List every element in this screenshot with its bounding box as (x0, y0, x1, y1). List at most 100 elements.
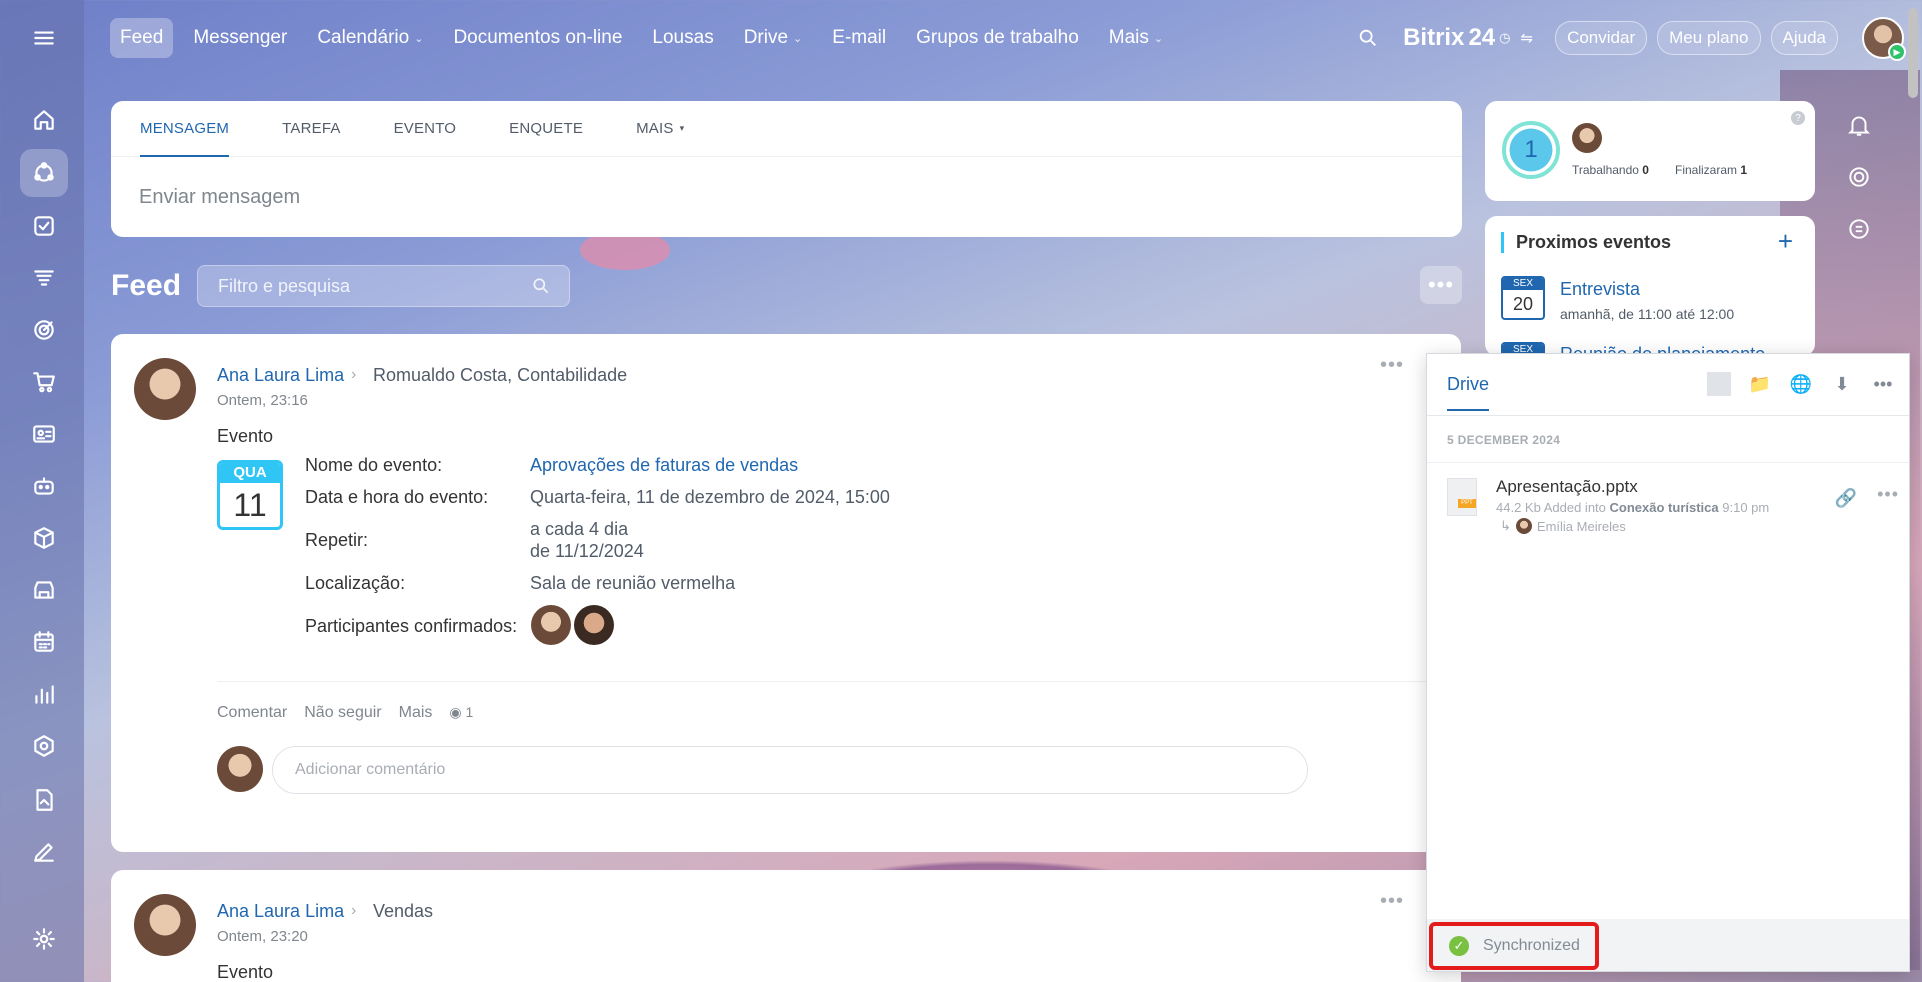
post-destination[interactable]: Romualdo Costa, Contabilidade (373, 365, 627, 386)
event-link[interactable]: Entrevista (1560, 279, 1640, 300)
nav-label: Messenger (193, 27, 288, 48)
nav-calendar[interactable]: Calendário ⌄ (307, 18, 433, 58)
settings-icon[interactable] (20, 915, 68, 963)
brand-logo[interactable]: Bitrix 24 ◷ ⇋ (1403, 24, 1533, 52)
play-status-icon: ▶ (1888, 43, 1906, 61)
menu-icon[interactable] (20, 14, 68, 62)
post-destination[interactable]: Vendas (373, 901, 433, 922)
author-avatar[interactable] (134, 894, 196, 956)
store-icon[interactable] (20, 566, 68, 614)
file-ext-tag: PPT (1458, 499, 1476, 508)
participant-avatar[interactable] (574, 605, 614, 645)
nav-messenger[interactable]: Messenger (183, 18, 297, 58)
help-button[interactable]: Ajuda (1770, 21, 1838, 55)
hexagon-icon[interactable] (20, 722, 68, 770)
my-plan-button[interactable]: Meu plano (1657, 21, 1761, 55)
crm-filter-icon[interactable] (20, 254, 68, 302)
help-icon[interactable]: ? (1791, 111, 1805, 125)
add-event-button[interactable]: + (1778, 226, 1793, 257)
analytics-icon[interactable] (20, 670, 68, 718)
nav-feed[interactable]: Feed (110, 18, 174, 58)
comment-link[interactable]: Comentar (217, 704, 287, 722)
calendar-date-icon: QUA 11 (217, 460, 283, 530)
brand-name: Bitrix (1403, 24, 1465, 51)
more-icon[interactable]: ••• (1871, 372, 1895, 396)
target-icon[interactable] (20, 306, 68, 354)
nav-more[interactable]: Mais ⌄ (1099, 18, 1173, 58)
nav-documents[interactable]: Documentos on-line (443, 18, 632, 58)
message-input[interactable]: Enviar mensagem (111, 157, 1462, 209)
post-author[interactable]: Ana Laura Lima (217, 901, 344, 922)
brand-number: 24 (1468, 24, 1496, 51)
nav-workgroups[interactable]: Grupos de trabalho (906, 18, 1089, 58)
field-label: Nome do evento: (305, 455, 443, 475)
tab-event[interactable]: EVENTO (394, 101, 457, 157)
nav-label: Grupos de trabalho (916, 27, 1079, 48)
author-mini-avatar (1515, 518, 1532, 534)
feed-icon[interactable] (20, 149, 68, 197)
event-name-link[interactable]: Aprovações de faturas de vendas (530, 455, 798, 476)
post-author[interactable]: Ana Laura Lima (217, 365, 344, 386)
divider (217, 681, 1461, 682)
folder-calendar-icon[interactable]: 📁 (1748, 372, 1772, 396)
work-status-widget[interactable]: 1 Trabalhando 0 Finalizaram 1 ? (1485, 101, 1815, 201)
clock-icon: ◷ (1499, 30, 1511, 45)
bell-icon[interactable] (1846, 112, 1872, 138)
tab-more-label: MAIS (636, 120, 674, 137)
contact-card-icon[interactable] (20, 410, 68, 458)
participant-avatar[interactable] (531, 605, 571, 645)
feed-search-input[interactable]: Filtro e pesquisa (197, 265, 570, 307)
chevron-down-icon: ⌄ (793, 32, 803, 45)
page-scrollbar[interactable] (1908, 8, 1918, 98)
tab-message[interactable]: MENSAGEM (140, 101, 230, 157)
author-avatar[interactable] (134, 358, 196, 420)
file-project[interactable]: Conexão turística (1610, 500, 1719, 515)
finished-label: Finalizaram 1 (1675, 163, 1747, 177)
post-more-icon[interactable]: ••• (1380, 890, 1404, 913)
globe-icon[interactable]: 🌐 (1789, 372, 1813, 396)
file-name[interactable]: Apresentação.pptx (1496, 477, 1638, 497)
box-icon[interactable] (20, 514, 68, 562)
nav-email[interactable]: E-mail (822, 18, 896, 58)
invite-button[interactable]: Convidar (1555, 21, 1648, 55)
event-time: amanhã, de 11:00 até 12:00 (1560, 306, 1735, 322)
feed-more-button[interactable]: ••• (1420, 266, 1462, 304)
download-icon[interactable]: ⬇ (1830, 372, 1854, 396)
sync-status-bar: ✓ Synchronized (1427, 919, 1909, 971)
post-more-icon[interactable]: ••• (1380, 354, 1404, 377)
pen-icon[interactable] (20, 828, 68, 876)
nav-boards[interactable]: Lousas (642, 18, 723, 58)
chevron-right-icon: › (351, 366, 357, 383)
search-icon[interactable] (1357, 27, 1379, 49)
link-icon[interactable]: 🔗 (1835, 488, 1857, 509)
chat-sync-icon[interactable] (1846, 216, 1872, 242)
calendar-grid-icon[interactable] (20, 618, 68, 666)
post-time[interactable]: Ontem, 23:20 (217, 928, 308, 945)
search-placeholder: Filtro e pesquisa (218, 275, 351, 296)
file-more-icon[interactable]: ••• (1877, 484, 1899, 505)
robot-icon[interactable] (20, 462, 68, 510)
sign-doc-icon[interactable] (20, 776, 68, 824)
post-type: Evento (217, 426, 274, 446)
worker-avatar (1572, 123, 1602, 153)
file-author-name[interactable]: Emília Meireles (1537, 519, 1626, 534)
finished-count: 1 (1740, 163, 1748, 177)
unfollow-link[interactable]: Não seguir (304, 704, 381, 722)
cart-icon[interactable] (20, 358, 68, 406)
nav-label: Mais (1108, 27, 1149, 48)
sync-status[interactable]: ✓ Synchronized (1429, 922, 1599, 970)
home-icon[interactable] (20, 96, 68, 144)
tab-poll[interactable]: ENQUETE (509, 101, 583, 157)
divider (1427, 462, 1909, 463)
more-link[interactable]: Mais (399, 704, 433, 722)
nav-drive[interactable]: Drive ⌄ (734, 18, 813, 58)
tab-more[interactable]: MAIS ▾ (636, 101, 684, 157)
copilot-icon[interactable] (1846, 164, 1872, 190)
tab-task[interactable]: TAREFA (282, 101, 340, 157)
comment-input[interactable]: Adicionar comentário (272, 746, 1308, 794)
file-time: 9:10 pm (1722, 500, 1770, 515)
caret-down-icon: ▾ (679, 123, 685, 133)
tasks-icon[interactable] (20, 202, 68, 250)
post-time[interactable]: Ontem, 23:16 (217, 392, 308, 409)
tab-drive[interactable]: Drive (1447, 374, 1490, 411)
